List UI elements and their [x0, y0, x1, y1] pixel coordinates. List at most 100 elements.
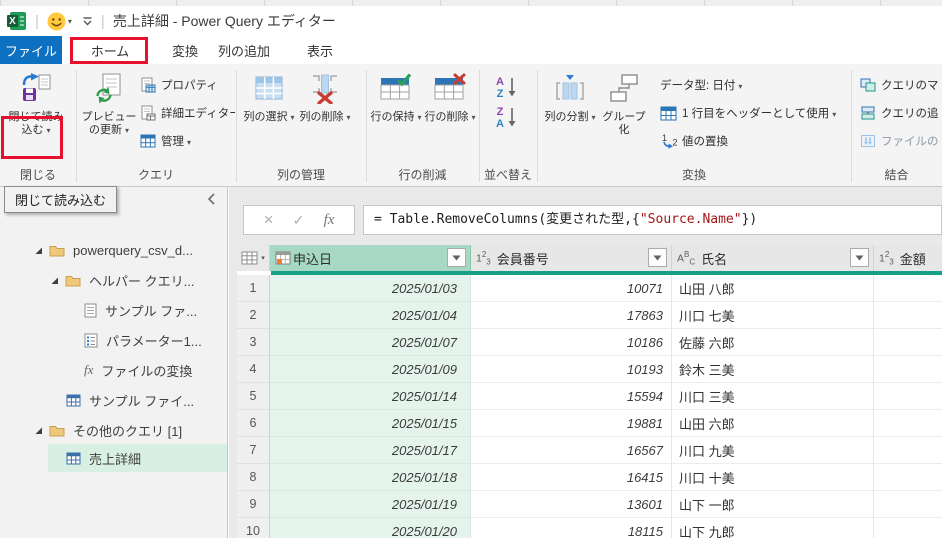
- expand-triangle-icon[interactable]: [50, 276, 59, 285]
- keep-rows-button[interactable]: 行の保持: [370, 70, 422, 162]
- remove-rows-button[interactable]: 行の削除: [424, 70, 476, 162]
- close-and-load-button[interactable]: 閉じて読み込む: [4, 70, 68, 162]
- feedback-smiley-icon[interactable]: ▾: [47, 12, 72, 31]
- column-header-date[interactable]: 申込日: [270, 245, 471, 271]
- select-all-corner-button[interactable]: ▾: [237, 245, 270, 271]
- cell-date[interactable]: 2025/01/17: [270, 437, 471, 464]
- expand-triangle-icon[interactable]: [34, 246, 43, 255]
- column-header-amount[interactable]: 123 金額: [874, 245, 942, 271]
- refresh-preview-button[interactable]: プレビューの更新: [80, 70, 138, 162]
- filter-dropdown-button[interactable]: [447, 248, 466, 267]
- cell-date[interactable]: 2025/01/07: [270, 329, 471, 356]
- group-by-button[interactable]: グループ化: [599, 70, 649, 162]
- merge-queries-button[interactable]: クエリのマ: [860, 74, 942, 96]
- cell-member[interactable]: 10186: [471, 329, 672, 356]
- cell-date[interactable]: 2025/01/04: [270, 302, 471, 329]
- table-row[interactable]: 6 2025/01/15 19881 山田 六郎: [237, 410, 942, 437]
- cell-member[interactable]: 16567: [471, 437, 672, 464]
- cell-amount[interactable]: [874, 491, 942, 518]
- collapse-pane-icon[interactable]: [203, 191, 219, 207]
- sort-ascending-button[interactable]: AZ: [491, 74, 523, 100]
- table-row[interactable]: 4 2025/01/09 10193 鈴木 三美: [237, 356, 942, 383]
- row-number[interactable]: 5: [237, 383, 270, 410]
- cell-member[interactable]: 18115: [471, 518, 672, 538]
- combine-files-button[interactable]: ファイルの: [860, 130, 942, 152]
- tab-transform[interactable]: 変換: [158, 36, 212, 64]
- cell-name[interactable]: 山下 九郎: [672, 518, 874, 538]
- tree-item-parameter[interactable]: パラメーター1...: [0, 326, 227, 354]
- cell-date[interactable]: 2025/01/19: [270, 491, 471, 518]
- row-number[interactable]: 10: [237, 518, 270, 538]
- cell-name[interactable]: 川口 十美: [672, 464, 874, 491]
- cell-member[interactable]: 10193: [471, 356, 672, 383]
- remove-columns-button[interactable]: 列の削除: [298, 70, 352, 162]
- filter-dropdown-button[interactable]: [850, 248, 869, 267]
- cell-date[interactable]: 2025/01/20: [270, 518, 471, 538]
- sort-descending-button[interactable]: ZA: [491, 104, 523, 130]
- advanced-editor-button[interactable]: 詳細エディター: [140, 102, 235, 124]
- quick-access-toolbar-arrow-icon[interactable]: [82, 16, 93, 27]
- expand-triangle-icon[interactable]: [34, 426, 43, 435]
- cell-amount[interactable]: [874, 464, 942, 491]
- cell-amount[interactable]: [874, 410, 942, 437]
- tree-item-selected-query[interactable]: 売上詳細: [48, 444, 227, 472]
- row-number[interactable]: 9: [237, 491, 270, 518]
- cancel-formula-icon[interactable]: ×: [264, 210, 274, 230]
- tab-add-column[interactable]: 列の追加: [212, 36, 276, 64]
- table-row[interactable]: 7 2025/01/17 16567 川口 九美: [237, 437, 942, 464]
- cell-member[interactable]: 19881: [471, 410, 672, 437]
- cell-amount[interactable]: [874, 302, 942, 329]
- cell-amount[interactable]: [874, 275, 942, 302]
- table-row[interactable]: 8 2025/01/18 16415 川口 十美: [237, 464, 942, 491]
- use-first-row-as-headers-button[interactable]: 1 行目をヘッダーとして使用: [660, 102, 850, 124]
- table-row[interactable]: 3 2025/01/07 10186 佐藤 六郎: [237, 329, 942, 356]
- append-queries-button[interactable]: クエリの追: [860, 102, 942, 124]
- tree-item-table-query[interactable]: サンプル ファイ...: [0, 386, 227, 414]
- cell-member[interactable]: 17863: [471, 302, 672, 329]
- cell-date[interactable]: 2025/01/15: [270, 410, 471, 437]
- replace-values-button[interactable]: 12 値の置換: [660, 130, 780, 152]
- cell-date[interactable]: 2025/01/03: [270, 275, 471, 302]
- cell-amount[interactable]: [874, 356, 942, 383]
- tab-home[interactable]: ホーム: [74, 36, 146, 64]
- column-header-member[interactable]: 123 会員番号: [471, 245, 672, 271]
- tab-file[interactable]: ファイル: [0, 36, 62, 64]
- cell-name[interactable]: 川口 七美: [672, 302, 874, 329]
- row-number[interactable]: 3: [237, 329, 270, 356]
- cell-amount[interactable]: [874, 329, 942, 356]
- cell-member[interactable]: 10071: [471, 275, 672, 302]
- cell-date[interactable]: 2025/01/09: [270, 356, 471, 383]
- tree-item-folder[interactable]: ヘルパー クエリ...: [0, 266, 227, 294]
- cell-name[interactable]: 川口 九美: [672, 437, 874, 464]
- tree-item-folder[interactable]: その他のクエリ [1]: [0, 416, 227, 444]
- commit-formula-icon[interactable]: ✓: [293, 212, 305, 229]
- cell-amount[interactable]: [874, 518, 942, 538]
- row-number[interactable]: 4: [237, 356, 270, 383]
- manage-button[interactable]: 管理: [140, 130, 235, 152]
- tab-view[interactable]: 表示: [292, 36, 348, 64]
- row-number[interactable]: 6: [237, 410, 270, 437]
- cell-name[interactable]: 山下 一郎: [672, 491, 874, 518]
- table-row[interactable]: 1 2025/01/03 10071 山田 八郎: [237, 275, 942, 302]
- cell-name[interactable]: 山田 八郎: [672, 275, 874, 302]
- formula-bar-input[interactable]: = Table.RemoveColumns(変更された型,{"Source.Na…: [363, 205, 942, 235]
- tree-item-query[interactable]: サンプル ファ...: [0, 296, 227, 324]
- tree-item-folder[interactable]: powerquery_csv_d...: [0, 236, 227, 264]
- cell-date[interactable]: 2025/01/14: [270, 383, 471, 410]
- split-column-button[interactable]: 列の分割: [543, 70, 597, 162]
- add-step-fx-icon[interactable]: fx: [324, 212, 335, 229]
- cell-date[interactable]: 2025/01/18: [270, 464, 471, 491]
- cell-amount[interactable]: [874, 437, 942, 464]
- row-number[interactable]: 1: [237, 275, 270, 302]
- column-header-name[interactable]: ABC 氏名: [672, 245, 874, 271]
- cell-name[interactable]: 佐藤 六郎: [672, 329, 874, 356]
- tree-item-function[interactable]: fx ファイルの変換: [0, 356, 227, 384]
- row-number[interactable]: 7: [237, 437, 270, 464]
- table-row[interactable]: 5 2025/01/14 15594 川口 三美: [237, 383, 942, 410]
- cell-name[interactable]: 鈴木 三美: [672, 356, 874, 383]
- cell-name[interactable]: 山田 六郎: [672, 410, 874, 437]
- table-row[interactable]: 9 2025/01/19 13601 山下 一郎: [237, 491, 942, 518]
- cell-member[interactable]: 15594: [471, 383, 672, 410]
- table-row[interactable]: 10 2025/01/20 18115 山下 九郎: [237, 518, 942, 538]
- choose-columns-button[interactable]: 列の選択: [242, 70, 296, 162]
